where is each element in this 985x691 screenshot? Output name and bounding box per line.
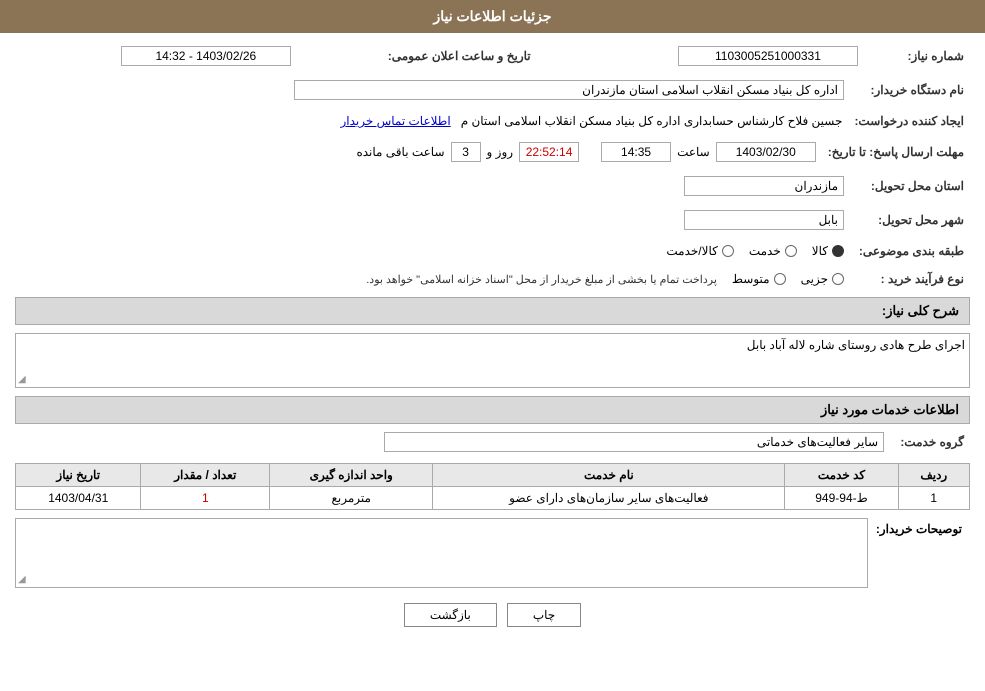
buyer-description-box[interactable]: ◢ (15, 518, 868, 588)
creator-value: جسین فلاح کارشناس حسابداری اداره کل بنیا… (15, 111, 848, 131)
process-option-partial[interactable]: جزیی (801, 272, 844, 286)
tender-number-value: 1103005251000331 (567, 43, 864, 69)
cell-unit: مترمربع (270, 487, 433, 510)
info-table-creator: ایجاد کننده درخواست: جسین فلاح کارشناس ح… (15, 111, 970, 131)
th-quantity: تعداد / مقدار (141, 464, 270, 487)
page-title: جزئیات اطلاعات نیاز (433, 8, 551, 24)
info-table-top: شماره نیاز: 1103005251000331 تاریخ و ساع… (15, 43, 970, 69)
th-service-code: کد خدمت (785, 464, 898, 487)
category-options: کالا خدمت کالا/خدمت (15, 241, 850, 261)
creator-label: ایجاد کننده درخواست: (848, 111, 970, 131)
process-label-partial: جزیی (801, 272, 828, 286)
process-note: پرداخت تمام یا بخشی از مبلغ خریدار از مح… (366, 273, 717, 286)
deadline-days-field: 3 (451, 142, 481, 162)
description-section-header: شرح کلی نیاز: (15, 297, 970, 325)
table-row: 1 ط-94-949 فعالیت‌های سایر سازمان‌های دا… (16, 487, 970, 510)
process-radio-partial (832, 273, 844, 285)
print-button[interactable]: چاپ (507, 603, 581, 627)
date-value: 1403/02/26 - 14:32 (15, 43, 297, 69)
deadline-time-label: ساعت (677, 145, 710, 159)
category-option-kala[interactable]: کالا (812, 244, 844, 258)
tender-number-field: 1103005251000331 (678, 46, 858, 66)
bottom-buttons: چاپ بازگشت (15, 603, 970, 627)
deadline-row: 1403/02/30 ساعت 14:35 22:52:14 روز و 3 س… (21, 142, 816, 162)
cell-service-name: فعالیت‌های سایر سازمان‌های دارای عضو (433, 487, 785, 510)
process-label: نوع فرآیند خرید : (850, 269, 970, 289)
process-label-medium: متوسط (732, 272, 770, 286)
city-label: شهر محل تحویل: (850, 207, 970, 233)
page-header: جزئیات اطلاعات نیاز (0, 0, 985, 33)
info-table-service-group: گروه خدمت: سایر فعالیت‌های خدماتی (15, 429, 970, 455)
description-box: اجرای طرح هادی روستای شاره لاله آباد باب… (15, 333, 970, 388)
category-radio-service (785, 245, 797, 257)
description-text: اجرای طرح هادی روستای شاره لاله آباد باب… (747, 338, 965, 352)
th-service-name: نام خدمت (433, 464, 785, 487)
category-option-both[interactable]: کالا/خدمت (666, 244, 733, 258)
province-field: مازندران (684, 176, 844, 196)
buyer-description-section: توصیحات خریدار: ◢ (15, 518, 970, 588)
buyer-value: اداره کل بنیاد مسکن انقلاب اسلامی استان … (15, 77, 850, 103)
description-section-label: شرح کلی نیاز: (882, 303, 959, 318)
category-option-service[interactable]: خدمت (749, 244, 797, 258)
cell-date: 1403/04/31 (16, 487, 141, 510)
process-radio-medium (774, 273, 786, 285)
service-group-field: سایر فعالیت‌های خدماتی (384, 432, 884, 452)
deadline-label: مهلت ارسال پاسخ: تا تاریخ: (822, 139, 970, 165)
category-radio-group: کالا خدمت کالا/خدمت (21, 244, 844, 258)
category-label-kala: کالا (812, 244, 828, 258)
date-field: 1403/02/26 - 14:32 (121, 46, 291, 66)
date-label: تاریخ و ساعت اعلان عمومی: (297, 43, 537, 69)
deadline-date-field: 1403/02/30 (716, 142, 816, 162)
buyer-label: نام دستگاه خریدار: (850, 77, 970, 103)
service-group-value: سایر فعالیت‌های خدماتی (15, 429, 890, 455)
th-row-num: ردیف (898, 464, 969, 487)
back-button[interactable]: بازگشت (404, 603, 497, 627)
buyer-resize-icon: ◢ (18, 574, 26, 585)
category-radio-both (722, 245, 734, 257)
info-table-deadline: مهلت ارسال پاسخ: تا تاریخ: 1403/02/30 سا… (15, 139, 970, 165)
content-area: شماره نیاز: 1103005251000331 تاریخ و ساع… (0, 33, 985, 652)
cell-row-num: 1 (898, 487, 969, 510)
cell-quantity: 1 (141, 487, 270, 510)
category-label-both: کالا/خدمت (666, 244, 717, 258)
contact-link[interactable]: اطلاعات تماس خریدار (340, 114, 450, 128)
creator-text: جسین فلاح کارشناس حسابداری اداره کل بنیا… (461, 114, 843, 128)
info-table-category: طبقه بندی موضوعی: کالا خدمت (15, 241, 970, 261)
category-label-service: خدمت (749, 244, 781, 258)
deadline-value: 1403/02/30 ساعت 14:35 22:52:14 روز و 3 س… (15, 139, 822, 165)
deadline-days-label: روز و (487, 145, 514, 159)
process-options: جزیی متوسط پرداخت تمام یا بخشی از مبلغ خ… (15, 269, 850, 289)
process-row: جزیی متوسط پرداخت تمام یا بخشی از مبلغ خ… (21, 272, 844, 286)
description-section: اجرای طرح هادی روستای شاره لاله آباد باب… (15, 333, 970, 388)
category-radio-kala (832, 245, 844, 257)
buyer-description-label: توصیحات خریدار: (876, 522, 970, 536)
th-date: تاریخ نیاز (16, 464, 141, 487)
deadline-remaining-label: ساعت باقی مانده (356, 145, 444, 159)
info-table-buyer: نام دستگاه خریدار: اداره کل بنیاد مسکن ا… (15, 77, 970, 103)
tender-number-label: شماره نیاز: (864, 43, 970, 69)
services-section-header: اطلاعات خدمات مورد نیاز (15, 396, 970, 424)
info-table-process: نوع فرآیند خرید : جزیی متوسط پرداخت تمام… (15, 269, 970, 289)
service-group-label: گروه خدمت: (890, 429, 970, 455)
info-table-city: شهر محل تحویل: بابل (15, 207, 970, 233)
category-label: طبقه بندی موضوعی: (850, 241, 970, 261)
province-value: مازندران (15, 173, 850, 199)
deadline-seconds-field: 22:52:14 (519, 142, 579, 162)
page-wrapper: جزئیات اطلاعات نیاز شماره نیاز: 11030052… (0, 0, 985, 691)
info-table-province: استان محل تحویل: مازندران (15, 173, 970, 199)
province-label: استان محل تحویل: (850, 173, 970, 199)
services-section-label: اطلاعات خدمات مورد نیاز (821, 402, 959, 417)
buyer-field: اداره کل بنیاد مسکن انقلاب اسلامی استان … (294, 80, 844, 100)
deadline-time-field: 14:35 (601, 142, 671, 162)
cell-service-code: ط-94-949 (785, 487, 898, 510)
th-unit: واحد اندازه گیری (270, 464, 433, 487)
resize-icon: ◢ (18, 374, 26, 385)
process-option-medium[interactable]: متوسط (732, 272, 786, 286)
city-value: بابل (15, 207, 850, 233)
services-table: ردیف کد خدمت نام خدمت واحد اندازه گیری ت… (15, 463, 970, 510)
city-field: بابل (684, 210, 844, 230)
